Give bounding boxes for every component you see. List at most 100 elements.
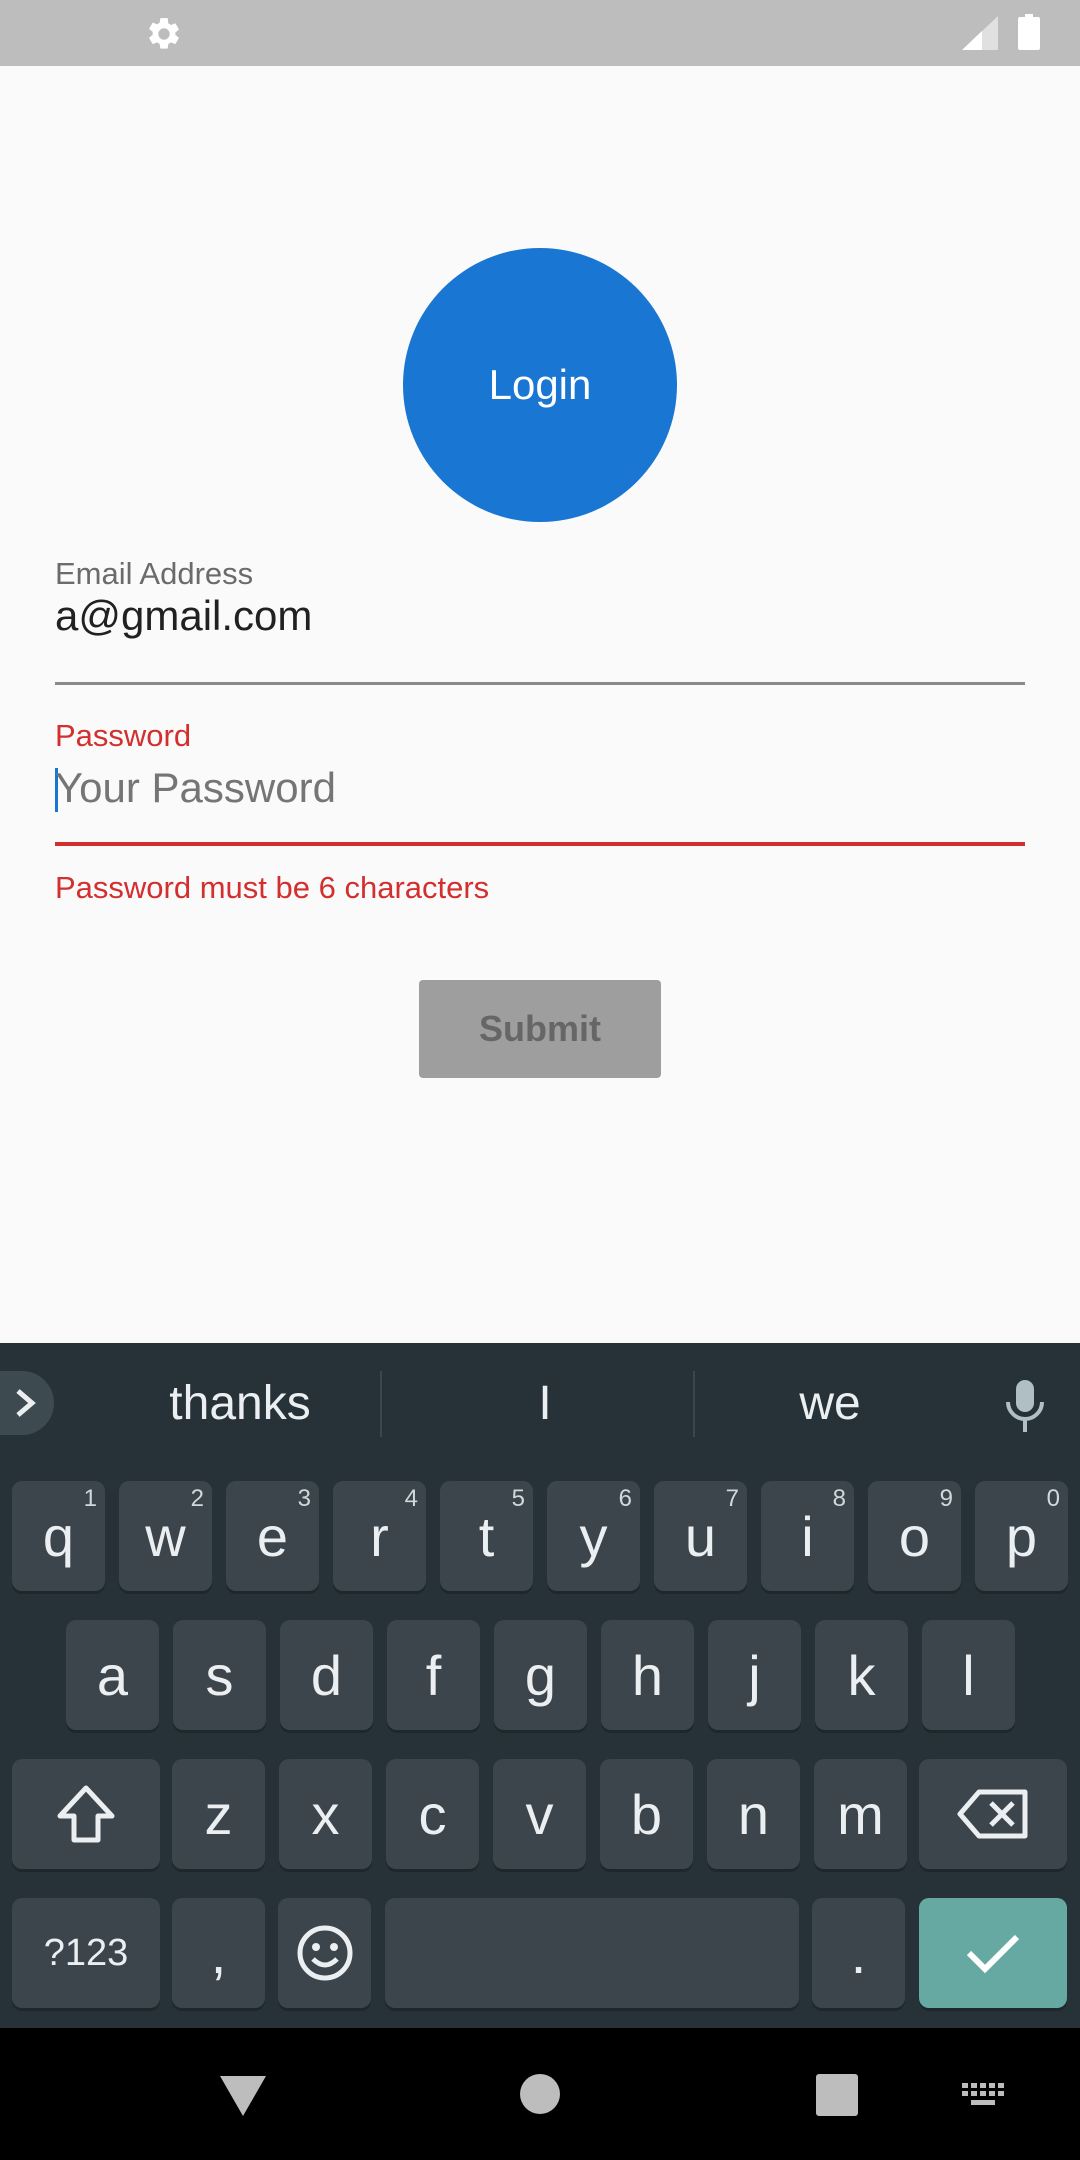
- navigation-bar: [0, 2028, 1080, 2160]
- password-underline: [55, 842, 1025, 846]
- key-label: f: [425, 1643, 442, 1707]
- comma-key[interactable]: ,: [172, 1898, 265, 2008]
- cell-signal-icon: [962, 16, 998, 50]
- key-z[interactable]: z: [172, 1759, 265, 1869]
- submit-button[interactable]: Submit: [419, 980, 661, 1078]
- key-d[interactable]: d: [280, 1620, 373, 1730]
- key-s[interactable]: s: [173, 1620, 266, 1730]
- period-key[interactable]: .: [812, 1898, 905, 2008]
- key-g[interactable]: g: [494, 1620, 587, 1730]
- key-v[interactable]: v: [493, 1759, 586, 1869]
- key-w[interactable]: w2: [119, 1481, 212, 1591]
- symbols-key[interactable]: ?123: [12, 1898, 160, 2008]
- chevron-right-icon: [16, 1389, 36, 1417]
- key-label: n: [737, 1782, 770, 1846]
- key-label: p: [1005, 1504, 1038, 1568]
- password-error: Password must be 6 characters: [55, 870, 490, 905]
- key-m[interactable]: m: [814, 1759, 907, 1869]
- key-c[interactable]: c: [386, 1759, 479, 1869]
- shift-key[interactable]: [12, 1759, 160, 1869]
- key-k[interactable]: k: [815, 1620, 908, 1730]
- suggestion-divider: [693, 1371, 695, 1437]
- key-hint: 1: [83, 1485, 97, 1512]
- enter-key[interactable]: [919, 1898, 1067, 2008]
- suggestion-2[interactable]: I: [400, 1373, 690, 1435]
- key-label: j: [748, 1643, 761, 1707]
- key-e[interactable]: e3: [226, 1481, 319, 1591]
- key-o[interactable]: o9: [868, 1481, 961, 1591]
- key-label: v: [525, 1782, 554, 1846]
- suggestion-expand-button[interactable]: [0, 1371, 54, 1435]
- key-label: e: [256, 1504, 289, 1568]
- keyboard: thanks I we q1w2e3r4t5y6u7i8o9p0 asdfghj…: [0, 1343, 1080, 2028]
- gear-icon: [149, 18, 179, 49]
- key-hint: 5: [511, 1485, 525, 1512]
- key-label: h: [631, 1643, 664, 1707]
- key-u[interactable]: u7: [654, 1481, 747, 1591]
- password-label: Password: [55, 718, 192, 753]
- key-r[interactable]: r4: [333, 1481, 426, 1591]
- login-circle-button[interactable]: Login: [403, 248, 677, 522]
- key-label: r: [370, 1504, 389, 1568]
- space-key[interactable]: [385, 1898, 799, 2008]
- key-hint: 6: [618, 1485, 632, 1512]
- password-input[interactable]: Your Password: [55, 764, 336, 812]
- back-triangle-icon[interactable]: [218, 2074, 268, 2118]
- key-f[interactable]: f: [387, 1620, 480, 1730]
- key-hint: 7: [725, 1485, 739, 1512]
- key-x[interactable]: x: [279, 1759, 372, 1869]
- key-label: c: [418, 1782, 447, 1846]
- key-i[interactable]: i8: [761, 1481, 854, 1591]
- status-bar: [0, 0, 1080, 66]
- shift-icon: [57, 1785, 115, 1843]
- key-n[interactable]: n: [707, 1759, 800, 1869]
- key-t[interactable]: t5: [440, 1481, 533, 1591]
- recents-square-icon[interactable]: [816, 2074, 858, 2116]
- suggestion-3[interactable]: we: [700, 1373, 960, 1435]
- key-label: i: [801, 1504, 814, 1568]
- key-l[interactable]: l: [922, 1620, 1015, 1730]
- key-label: a: [96, 1643, 129, 1707]
- key-hint: 4: [404, 1485, 418, 1512]
- suggestion-divider: [380, 1371, 382, 1437]
- key-label: g: [524, 1643, 557, 1707]
- home-circle-icon[interactable]: [518, 2072, 562, 2116]
- key-label: b: [630, 1782, 663, 1846]
- key-label: y: [579, 1504, 608, 1568]
- key-label: w: [145, 1504, 186, 1568]
- key-label: t: [478, 1504, 495, 1568]
- key-label: x: [311, 1782, 340, 1846]
- email-input[interactable]: a@gmail.com: [55, 592, 312, 640]
- key-label: m: [837, 1782, 884, 1846]
- key-hint: 8: [832, 1485, 846, 1512]
- email-label: Email Address: [55, 556, 254, 591]
- key-y[interactable]: y6: [547, 1481, 640, 1591]
- key-label: k: [847, 1643, 876, 1707]
- backspace-key[interactable]: [919, 1759, 1067, 1869]
- key-hint: 2: [190, 1485, 204, 1512]
- email-underline: [55, 682, 1025, 685]
- key-hint: 0: [1046, 1485, 1060, 1512]
- microphone-icon[interactable]: [1003, 1378, 1047, 1434]
- key-q[interactable]: q1: [12, 1481, 105, 1591]
- suggestion-1[interactable]: thanks: [100, 1373, 380, 1435]
- email-field[interactable]: Email Address a@gmail.com: [55, 556, 1025, 686]
- key-label: o: [898, 1504, 931, 1568]
- emoji-icon: [297, 1925, 352, 1981]
- key-label: l: [962, 1643, 975, 1707]
- keyboard-icon[interactable]: [962, 2083, 1010, 2109]
- key-j[interactable]: j: [708, 1620, 801, 1730]
- key-label: d: [310, 1643, 343, 1707]
- key-p[interactable]: p0: [975, 1481, 1068, 1591]
- key-label: z: [204, 1782, 233, 1846]
- battery-icon: [1018, 14, 1040, 50]
- checkmark-icon: [966, 1934, 1020, 1974]
- key-b[interactable]: b: [600, 1759, 693, 1869]
- key-a[interactable]: a: [66, 1620, 159, 1730]
- emoji-key[interactable]: [278, 1898, 371, 2008]
- key-h[interactable]: h: [601, 1620, 694, 1730]
- key-label: s: [205, 1643, 234, 1707]
- backspace-icon: [957, 1789, 1028, 1839]
- password-field[interactable]: Password Your Password: [55, 718, 1025, 848]
- key-hint: 9: [939, 1485, 953, 1512]
